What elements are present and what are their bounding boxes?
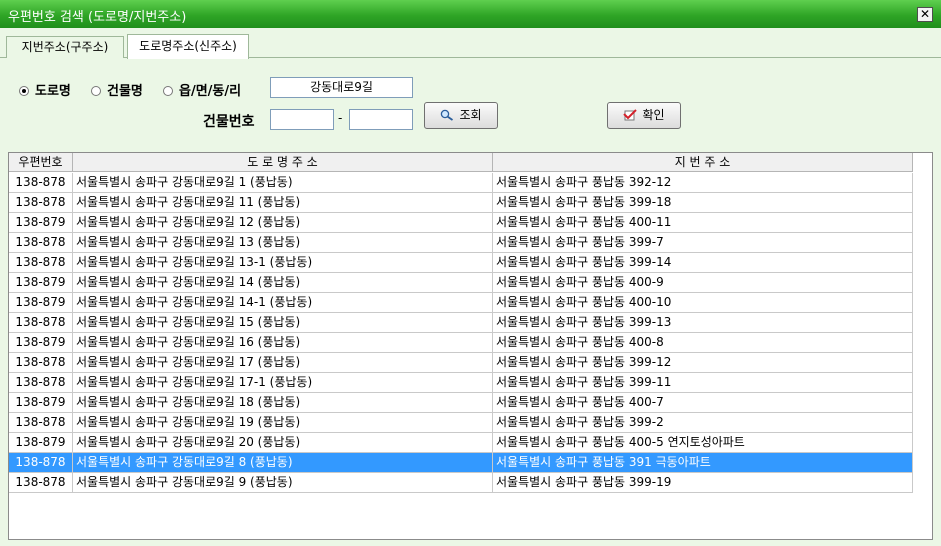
road-address-cell: 서울특별시 송파구 강동대로9길 17 (풍납동) (73, 353, 493, 373)
postal-code-cell: 138-878 (9, 413, 73, 433)
ok-button[interactable]: 확인 (607, 102, 681, 129)
jibun-address-cell: 서울특별시 송파구 풍납동 392-12 (493, 173, 913, 193)
window-title: 우편번호 검색 (도로명/지번주소) (8, 10, 187, 25)
postal-code-cell: 138-879 (9, 333, 73, 353)
table-row[interactable]: 138-878 서울특별시 송파구 강동대로9길 8 (풍납동) 서울특별시 송파구… (9, 453, 913, 473)
jibun-address-cell: 서울특별시 송파구 풍납동 399-13 (493, 313, 913, 333)
postal-code-cell: 138-878 (9, 453, 73, 473)
jibun-address-cell: 서울특별시 송파구 풍납동 400-9 (493, 273, 913, 293)
postal-code-cell: 138-878 (9, 313, 73, 333)
postal-code-cell: 138-879 (9, 393, 73, 413)
title-bar: 우편번호 검색 (도로명/지번주소) ✕ (0, 0, 941, 28)
radio-label: 읍/면/동/리 (179, 84, 242, 99)
table-row[interactable]: 138-879 서울특별시 송파구 강동대로9길 20 (풍납동) 서울특별시 송파… (9, 433, 913, 453)
ok-button-label: 확인 (642, 108, 665, 122)
table-row[interactable]: 138-878 서울특별시 송파구 강동대로9길 17-1 (풍납동) 서울특별시 … (9, 373, 913, 393)
postal-code-cell: 138-878 (9, 473, 73, 493)
radio-dot-icon (91, 86, 101, 96)
search-button-label: 조회 (459, 108, 482, 122)
road-address-cell: 서울특별시 송파구 강동대로9길 13 (풍납동) (73, 233, 493, 253)
search-button[interactable]: 조회 (424, 102, 498, 129)
road-address-cell: 서울특별시 송파구 강동대로9길 9 (풍납동) (73, 473, 493, 493)
radio-label: 도로명 (35, 84, 71, 99)
tab-jibun-address[interactable]: 지번주소(구주소) (6, 36, 124, 58)
radio-building-name[interactable]: 건물명 (91, 80, 143, 99)
postal-code-cell: 138-878 (9, 253, 73, 273)
table-row[interactable]: 138-878 서울특별시 송파구 강동대로9길 13 (풍납동) 서울특별시 송파… (9, 233, 913, 253)
road-address-cell: 서울특별시 송파구 강동대로9길 1 (풍납동) (73, 173, 493, 193)
jibun-address-cell: 서울특별시 송파구 풍납동 399-7 (493, 233, 913, 253)
road-address-cell: 서울특별시 송파구 강동대로9길 14 (풍납동) (73, 273, 493, 293)
radio-label: 건물명 (107, 84, 143, 99)
tab-road-address[interactable]: 도로명주소(신주소) (127, 34, 249, 59)
column-header-jibun-address[interactable]: 지 번 주 소 (493, 153, 913, 172)
table-row[interactable]: 138-879 서울특별시 송파구 강동대로9길 14 (풍납동) 서울특별시 송파… (9, 273, 913, 293)
building-number-label: 건물번호 (203, 114, 255, 130)
building-number-sub-input[interactable] (349, 109, 413, 130)
road-address-cell: 서울특별시 송파구 강동대로9길 14-1 (풍납동) (73, 293, 493, 313)
jibun-address-cell: 서울특별시 송파구 풍납동 400-10 (493, 293, 913, 313)
postal-code-cell: 138-879 (9, 433, 73, 453)
postal-code-cell: 138-878 (9, 193, 73, 213)
close-icon[interactable]: ✕ (917, 7, 933, 22)
table-row[interactable]: 138-879 서울특별시 송파구 강동대로9길 14-1 (풍납동) 서울특별시 … (9, 293, 913, 313)
table-header: 우편번호 도 로 명 주 소 지 번 주 소 (9, 153, 913, 172)
road-address-cell: 서울특별시 송파구 강동대로9길 20 (풍납동) (73, 433, 493, 453)
postal-code-cell: 138-879 (9, 213, 73, 233)
jibun-address-cell: 서울특별시 송파구 풍납동 400-5 연지토성아파트 (493, 433, 913, 453)
building-number-dash: - (338, 111, 343, 125)
jibun-address-cell: 서울특별시 송파구 풍납동 400-7 (493, 393, 913, 413)
checkmark-icon (623, 109, 638, 121)
radio-dot-icon (19, 86, 29, 96)
table-row[interactable]: 138-878 서울특별시 송파구 강동대로9길 15 (풍납동) 서울특별시 송파… (9, 313, 913, 333)
road-address-cell: 서울특별시 송파구 강동대로9길 17-1 (풍납동) (73, 373, 493, 393)
road-address-cell: 서울특별시 송파구 강동대로9길 15 (풍납동) (73, 313, 493, 333)
road-address-cell: 서울특별시 송파구 강동대로9길 16 (풍납동) (73, 333, 493, 353)
column-header-road-address[interactable]: 도 로 명 주 소 (73, 153, 493, 172)
column-header-postal-code[interactable]: 우편번호 (9, 153, 73, 172)
table-row[interactable]: 138-878 서울특별시 송파구 강동대로9길 9 (풍납동) 서울특별시 송파구… (9, 473, 913, 493)
jibun-address-cell: 서울특별시 송파구 풍납동 399-19 (493, 473, 913, 493)
search-icon (441, 109, 454, 121)
jibun-address-cell: 서울특별시 송파구 풍납동 399-11 (493, 373, 913, 393)
postal-code-cell: 138-878 (9, 233, 73, 253)
table-row[interactable]: 138-879 서울특별시 송파구 강동대로9길 16 (풍납동) 서울특별시 송파… (9, 333, 913, 353)
jibun-address-cell: 서울특별시 송파구 풍납동 399-14 (493, 253, 913, 273)
road-address-cell: 서울특별시 송파구 강동대로9길 18 (풍납동) (73, 393, 493, 413)
jibun-address-cell: 서울특별시 송파구 풍납동 400-11 (493, 213, 913, 233)
address-results-table[interactable]: 우편번호 도 로 명 주 소 지 번 주 소 138-878 서울특별시 송파구 … (8, 152, 933, 540)
postal-code-cell: 138-878 (9, 373, 73, 393)
table-row[interactable]: 138-878 서울특별시 송파구 강동대로9길 11 (풍납동) 서울특별시 송파… (9, 193, 913, 213)
road-address-cell: 서울특별시 송파구 강동대로9길 12 (풍납동) (73, 213, 493, 233)
postal-code-cell: 138-878 (9, 353, 73, 373)
table-row[interactable]: 138-879 서울특별시 송파구 강동대로9길 18 (풍납동) 서울특별시 송파… (9, 393, 913, 413)
table-row[interactable]: 138-878 서울특별시 송파구 강동대로9길 13-1 (풍납동) 서울특별시 … (9, 253, 913, 273)
table-row[interactable]: 138-878 서울특별시 송파구 강동대로9길 1 (풍납동) 서울특별시 송파구… (9, 173, 913, 193)
table-row[interactable]: 138-879 서울특별시 송파구 강동대로9길 12 (풍납동) 서울특별시 송파… (9, 213, 913, 233)
postal-code-cell: 138-878 (9, 173, 73, 193)
jibun-address-cell: 서울특별시 송파구 풍납동 391 극동아파트 (493, 453, 913, 473)
postal-code-cell: 138-879 (9, 293, 73, 313)
road-address-cell: 서울특별시 송파구 강동대로9길 11 (풍납동) (73, 193, 493, 213)
jibun-address-cell: 서울특별시 송파구 풍납동 399-18 (493, 193, 913, 213)
table-row[interactable]: 138-878 서울특별시 송파구 강동대로9길 19 (풍납동) 서울특별시 송파… (9, 413, 913, 433)
road-name-input[interactable]: 강동대로9길 (270, 77, 413, 98)
jibun-address-cell: 서울특별시 송파구 풍납동 399-2 (493, 413, 913, 433)
postal-code-cell: 138-879 (9, 273, 73, 293)
jibun-address-cell: 서울특별시 송파구 풍납동 399-12 (493, 353, 913, 373)
road-address-cell: 서울특별시 송파구 강동대로9길 13-1 (풍납동) (73, 253, 493, 273)
building-number-main-input[interactable] (270, 109, 334, 130)
road-address-cell: 서울특별시 송파구 강동대로9길 19 (풍납동) (73, 413, 493, 433)
jibun-address-cell: 서울특별시 송파구 풍납동 400-8 (493, 333, 913, 353)
radio-town[interactable]: 읍/면/동/리 (163, 80, 242, 99)
road-address-cell: 서울특별시 송파구 강동대로9길 8 (풍납동) (73, 453, 493, 473)
table-row[interactable]: 138-878 서울특별시 송파구 강동대로9길 17 (풍납동) 서울특별시 송파… (9, 353, 913, 373)
radio-road-name[interactable]: 도로명 (19, 80, 71, 99)
radio-dot-icon (163, 86, 173, 96)
